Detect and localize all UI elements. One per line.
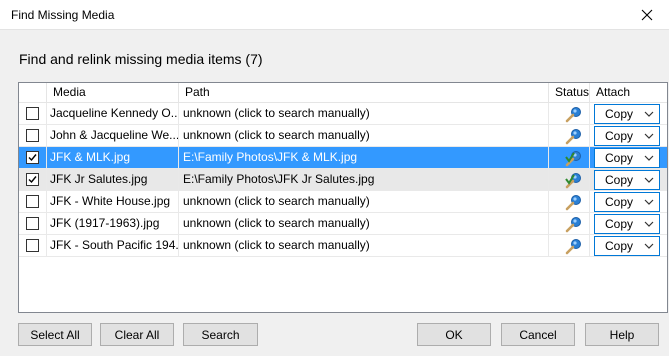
table-row[interactable]: JFK Jr Salutes.jpg E:\Family Photos\JFK J… bbox=[19, 169, 667, 191]
row-path[interactable]: E:\Family Photos\JFK & MLK.jpg bbox=[179, 147, 549, 168]
dialog-heading: Find and relink missing media items (7) bbox=[19, 51, 263, 67]
row-status[interactable] bbox=[549, 169, 590, 190]
row-path[interactable]: unknown (click to search manually) bbox=[179, 125, 549, 146]
search-magnifier-icon[interactable] bbox=[549, 235, 590, 256]
row-checkbox[interactable] bbox=[26, 107, 39, 120]
search-magnifier-icon[interactable] bbox=[549, 103, 590, 124]
attach-value: Copy bbox=[605, 107, 634, 121]
row-media[interactable]: John & Jacqueline We... bbox=[47, 125, 179, 146]
attach-dropdown[interactable]: Copy bbox=[594, 148, 660, 168]
missing-media-grid: Media Path Status Attach Jacqueline Kenn… bbox=[18, 82, 668, 313]
row-path[interactable]: E:\Family Photos\JFK Jr Salutes.jpg bbox=[179, 169, 549, 190]
row-check-cell bbox=[19, 235, 47, 256]
row-media[interactable]: JFK Jr Salutes.jpg bbox=[47, 169, 179, 190]
table-row[interactable]: JFK - White House.jpg unknown (click to s… bbox=[19, 191, 667, 213]
header-check-column bbox=[19, 83, 47, 102]
table-row[interactable]: Jacqueline Kennedy O... unknown (click to… bbox=[19, 103, 667, 125]
close-icon bbox=[641, 9, 653, 21]
close-button[interactable] bbox=[625, 0, 669, 30]
chevron-down-icon bbox=[644, 199, 654, 205]
row-attach: Copy bbox=[590, 169, 667, 190]
row-checkbox[interactable] bbox=[26, 195, 39, 208]
attach-value: Copy bbox=[605, 217, 634, 231]
attach-value: Copy bbox=[605, 239, 634, 253]
row-checkbox[interactable] bbox=[26, 151, 39, 164]
row-media[interactable]: JFK - South Pacific 194... bbox=[47, 235, 179, 256]
attach-value: Copy bbox=[605, 129, 634, 143]
row-path[interactable]: unknown (click to search manually) bbox=[179, 191, 549, 212]
row-status[interactable] bbox=[549, 103, 590, 124]
search-magnifier-icon[interactable] bbox=[549, 125, 590, 146]
row-media[interactable]: JFK - White House.jpg bbox=[47, 191, 179, 212]
row-check-cell bbox=[19, 103, 47, 124]
header-path[interactable]: Path bbox=[179, 83, 549, 102]
attach-dropdown[interactable]: Copy bbox=[594, 214, 660, 234]
table-row[interactable]: John & Jacqueline We... unknown (click to… bbox=[19, 125, 667, 147]
attach-dropdown[interactable]: Copy bbox=[594, 236, 660, 256]
row-checkbox[interactable] bbox=[26, 239, 39, 252]
attach-value: Copy bbox=[605, 195, 634, 209]
chevron-down-icon bbox=[644, 243, 654, 249]
header-media[interactable]: Media bbox=[47, 83, 179, 102]
row-check-cell bbox=[19, 125, 47, 146]
row-path[interactable]: unknown (click to search manually) bbox=[179, 213, 549, 234]
row-check-cell bbox=[19, 213, 47, 234]
row-checkbox[interactable] bbox=[26, 217, 39, 230]
row-attach: Copy bbox=[590, 235, 667, 256]
attach-dropdown[interactable]: Copy bbox=[594, 104, 660, 124]
title-bar: Find Missing Media bbox=[0, 0, 669, 30]
row-attach: Copy bbox=[590, 103, 667, 124]
row-check-cell bbox=[19, 191, 47, 212]
row-attach: Copy bbox=[590, 191, 667, 212]
found-magnifier-icon[interactable] bbox=[549, 147, 590, 168]
window-title: Find Missing Media bbox=[11, 8, 115, 22]
row-media[interactable]: JFK (1917-1963).jpg bbox=[47, 213, 179, 234]
row-attach: Copy bbox=[590, 147, 667, 168]
row-path[interactable]: unknown (click to search manually) bbox=[179, 103, 549, 124]
row-status[interactable] bbox=[549, 213, 590, 234]
chevron-down-icon bbox=[644, 155, 654, 161]
table-row[interactable]: JFK - South Pacific 194... unknown (click… bbox=[19, 235, 667, 257]
attach-dropdown[interactable]: Copy bbox=[594, 126, 660, 146]
search-magnifier-icon[interactable] bbox=[549, 191, 590, 212]
attach-dropdown[interactable]: Copy bbox=[594, 170, 660, 190]
row-media[interactable]: JFK & MLK.jpg bbox=[47, 147, 179, 168]
row-attach: Copy bbox=[590, 125, 667, 146]
attach-dropdown[interactable]: Copy bbox=[594, 192, 660, 212]
checkmark-icon bbox=[28, 154, 37, 162]
row-media[interactable]: Jacqueline Kennedy O... bbox=[47, 103, 179, 124]
row-status[interactable] bbox=[549, 125, 590, 146]
chevron-down-icon bbox=[644, 111, 654, 117]
attach-value: Copy bbox=[605, 151, 634, 165]
help-button[interactable]: Help bbox=[585, 323, 659, 346]
table-row[interactable]: JFK & MLK.jpg E:\Family Photos\JFK & MLK.… bbox=[19, 147, 667, 169]
row-check-cell bbox=[19, 169, 47, 190]
row-checkbox[interactable] bbox=[26, 129, 39, 142]
row-check-cell bbox=[19, 147, 47, 168]
checkmark-icon bbox=[28, 176, 37, 184]
select-all-button[interactable]: Select All bbox=[18, 323, 92, 346]
cancel-button[interactable]: Cancel bbox=[501, 323, 575, 346]
row-attach: Copy bbox=[590, 213, 667, 234]
row-status[interactable] bbox=[549, 147, 590, 168]
search-magnifier-icon[interactable] bbox=[549, 213, 590, 234]
row-checkbox[interactable] bbox=[26, 173, 39, 186]
chevron-down-icon bbox=[644, 221, 654, 227]
table-row[interactable]: JFK (1917-1963).jpg unknown (click to sea… bbox=[19, 213, 667, 235]
row-status[interactable] bbox=[549, 191, 590, 212]
header-attach[interactable]: Attach bbox=[590, 83, 667, 102]
row-status[interactable] bbox=[549, 235, 590, 256]
attach-value: Copy bbox=[605, 173, 634, 187]
ok-button[interactable]: OK bbox=[417, 323, 491, 346]
found-magnifier-icon[interactable] bbox=[549, 169, 590, 190]
clear-all-button[interactable]: Clear All bbox=[100, 323, 174, 346]
grid-header: Media Path Status Attach bbox=[19, 83, 667, 103]
chevron-down-icon bbox=[644, 177, 654, 183]
chevron-down-icon bbox=[644, 133, 654, 139]
row-path[interactable]: unknown (click to search manually) bbox=[179, 235, 549, 256]
header-status[interactable]: Status bbox=[549, 83, 590, 102]
search-button[interactable]: Search bbox=[183, 323, 258, 346]
